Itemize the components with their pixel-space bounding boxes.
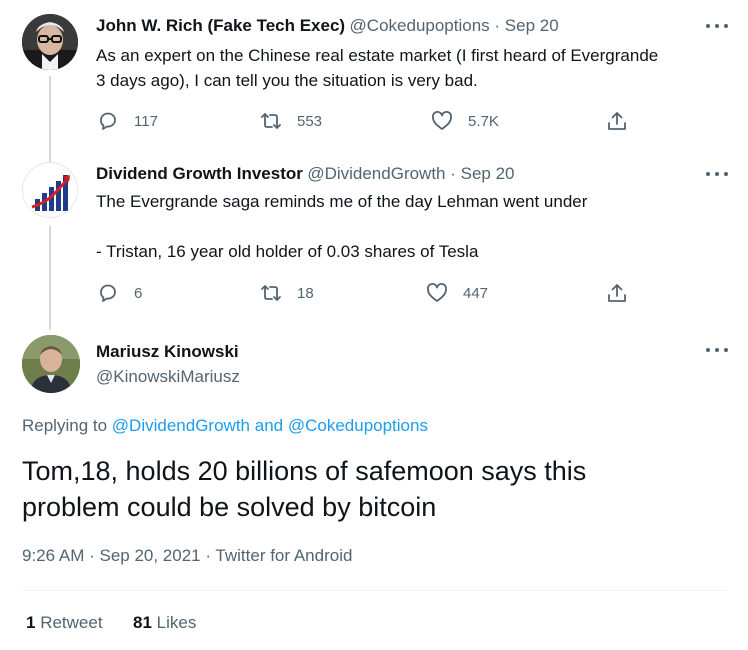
main-tweet-text: Tom,18, holds 20 billions of safemoon sa… [22,453,586,525]
more-icon[interactable] [706,348,728,354]
replying-to-link-cokedupoptions[interactable]: @Cokedupoptions [288,416,428,435]
tweet-2-author-name[interactable]: Dividend Growth Investor [96,164,303,183]
reply-count: 117 [134,112,158,130]
retweet-icon [261,113,281,129]
main-tweet-handle[interactable]: @KinowskiMariusz [96,367,240,387]
avatar-mariusz-kinowski[interactable] [22,335,80,393]
retweet-button[interactable]: 18 [259,281,314,305]
replying-to-prefix: Replying to [22,416,108,435]
tweet-2-text-line: The Evergrande saga reminds me of the da… [96,192,588,211]
retweet-count: 553 [297,112,323,130]
like-button[interactable]: 447 [425,281,488,305]
avatar-mariusz-kinowski-image [22,335,80,393]
share-icon [608,112,626,130]
replying-to-and: and [254,416,284,435]
divider [22,590,727,591]
replying-to-link-dividendgrowth[interactable]: @DividendGrowth [112,416,250,435]
share-icon [608,284,626,302]
main-tweet-text-line: problem could be solved by bitcoin [22,492,437,522]
avatar-john-rich-image [22,14,78,70]
reply-button[interactable]: 6 [96,281,142,305]
tweet-1-handle-date[interactable]: @Cokedupoptions · Sep 20 [350,16,559,35]
share-button[interactable] [605,109,629,133]
tweet-1-header: John W. Rich (Fake Tech Exec) @Cokedupop… [96,16,559,36]
tweet-1-text-line: 3 days ago), I can tell you the situatio… [96,71,478,90]
thread-line [49,226,51,330]
like-count: 447 [463,284,489,302]
like-stat[interactable]: 81 Likes [133,613,196,633]
tweet-2-handle-date[interactable]: @DividendGrowth · Sep 20 [307,164,514,183]
like-icon [432,111,452,130]
retweet-icon [261,285,281,301]
more-icon[interactable] [706,24,728,30]
reply-count: 6 [134,284,143,302]
tweet-2-text-line: - Tristan, 16 year old holder of 0.03 sh… [96,242,479,261]
avatar-dividend-growth[interactable] [22,162,78,218]
like-stat-count: 81 [133,613,152,632]
reply-button[interactable]: 117 [96,109,158,133]
reply-icon [100,112,116,130]
avatar-john-rich[interactable] [22,14,78,70]
like-stat-label: Likes [156,613,197,632]
tweet-1-author-name[interactable]: John W. Rich (Fake Tech Exec) [96,16,345,35]
like-count: 5.7K [468,112,499,130]
tweet-2-text: The Evergrande saga reminds me of the da… [96,189,587,264]
tweet-1-text: As an expert on the Chinese real estate … [96,43,658,93]
replying-to: Replying to @DividendGrowth and @Cokedup… [22,416,428,436]
retweet-button[interactable]: 553 [259,109,322,133]
like-button[interactable]: 5.7K [430,109,499,133]
retweet-stat[interactable]: 1 Retweet [26,613,103,633]
tweet-1-text-line: As an expert on the Chinese real estate … [96,46,659,65]
retweet-stat-count: 1 [26,613,36,632]
tweet-2-header: Dividend Growth Investor @DividendGrowth… [96,164,515,184]
more-icon[interactable] [706,172,728,178]
reply-icon [100,284,116,302]
main-tweet-author-name[interactable]: Mariusz Kinowski [96,342,239,362]
retweet-count: 18 [297,284,314,302]
thread-line [49,76,51,162]
like-icon [427,283,447,302]
share-button[interactable] [605,281,629,305]
avatar-dividend-growth-image [23,163,77,217]
retweet-stat-label: Retweet [40,613,103,632]
tweet-2-text-line [96,214,587,239]
main-tweet-timestamp[interactable]: 9:26 AM · Sep 20, 2021 · Twitter for And… [22,546,352,566]
main-tweet-text-line: Tom,18, holds 20 billions of safemoon sa… [22,456,587,486]
